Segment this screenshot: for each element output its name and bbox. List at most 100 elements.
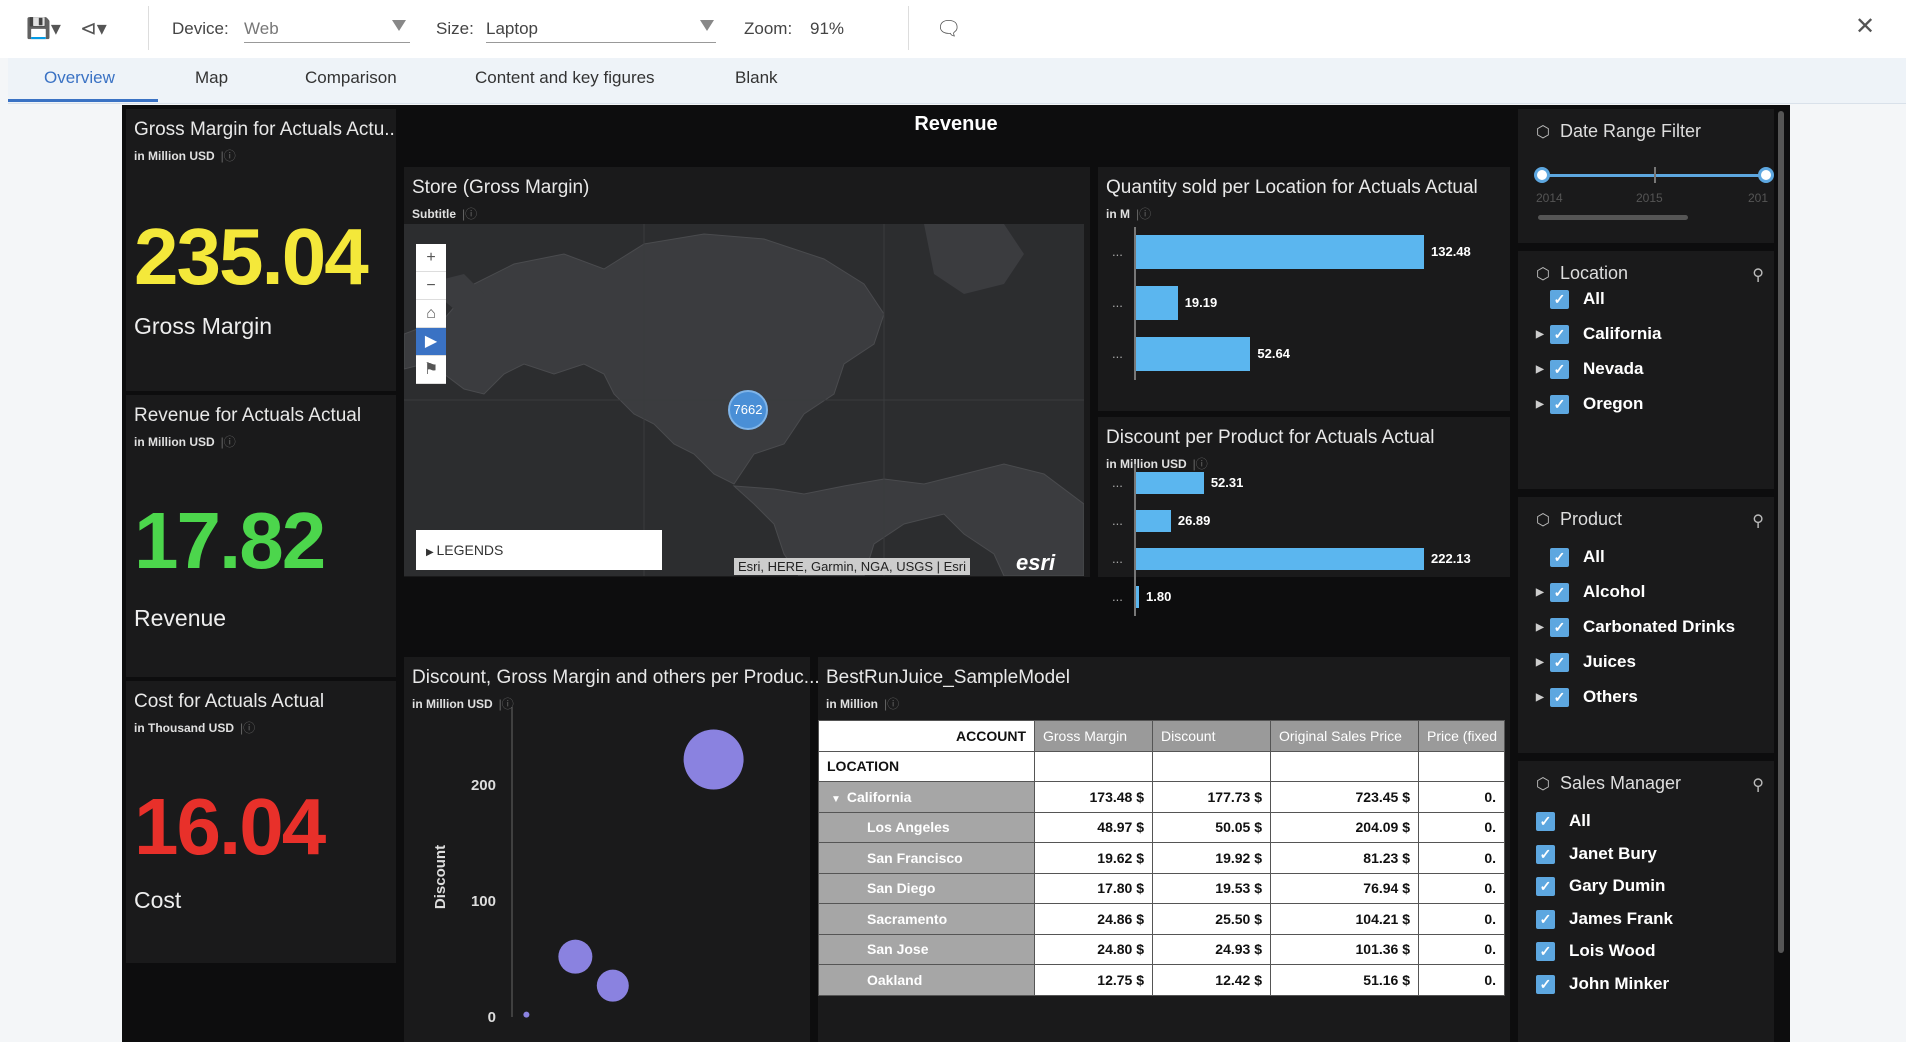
column-header[interactable]: Gross Margin: [1034, 720, 1153, 752]
map-view[interactable]: 7662 + − ⌂ ▶ ⚑ ▶ LEGENDS Esri, HERE, Gar…: [404, 224, 1084, 576]
device-select[interactable]: Web: [244, 19, 279, 39]
bar[interactable]: [1136, 586, 1139, 608]
expand-arrow-icon[interactable]: ▶: [1536, 364, 1550, 375]
checkbox[interactable]: ✓: [1536, 974, 1555, 994]
table-row[interactable]: San Jose 24.80 $24.93 $101.36 $0.: [818, 933, 1505, 965]
bar[interactable]: [1136, 337, 1251, 371]
kpi-cost[interactable]: Cost for Actuals Actual in Thousand USD |…: [126, 681, 396, 963]
table-row[interactable]: Sacramento 24.86 $25.50 $104.21 $0.: [818, 903, 1505, 935]
tab-blank[interactable]: Blank: [735, 68, 778, 88]
expand-arrow-icon[interactable]: ▶: [1536, 587, 1550, 598]
search-icon[interactable]: ⚲: [1752, 511, 1764, 531]
checkbox[interactable]: ✓: [1550, 395, 1569, 415]
horizontal-scrollbar[interactable]: [1538, 215, 1688, 220]
vertical-scrollbar[interactable]: [1778, 111, 1784, 953]
checkbox[interactable]: ✓: [1536, 877, 1555, 897]
quantity-bar-chart[interactable]: ... 132.48... 19.19... 52.64: [1098, 167, 1510, 411]
bubble-point[interactable]: [596, 969, 629, 1002]
checkbox[interactable]: ✓: [1550, 583, 1569, 603]
chevron-down-icon[interactable]: [392, 20, 406, 31]
checkbox[interactable]: ✓: [1536, 812, 1555, 832]
column-header[interactable]: Price (fixed: [1418, 720, 1505, 752]
close-icon[interactable]: ✕: [1855, 12, 1875, 41]
zoom-value[interactable]: 91%: [810, 19, 844, 39]
data-table[interactable]: ACCOUNT Gross Margin Discount Original S…: [818, 720, 1505, 996]
bar[interactable]: [1136, 286, 1178, 320]
tab-content-and-key-figures[interactable]: Content and key figures: [475, 68, 655, 88]
bubble-point[interactable]: [683, 729, 744, 790]
home-icon[interactable]: ⌂: [416, 300, 446, 328]
table-cell: 25.50 $: [1152, 903, 1271, 935]
checkbox[interactable]: ✓: [1550, 325, 1569, 345]
table-row[interactable]: San Francisco 19.62 $19.92 $81.23 $0.: [818, 842, 1505, 874]
bubble-point[interactable]: [523, 1011, 530, 1018]
zoom-out-icon[interactable]: −: [416, 272, 446, 300]
column-header[interactable]: Original Sales Price: [1270, 720, 1419, 752]
date-slider-end-handle[interactable]: [1758, 167, 1774, 183]
table-row[interactable]: Oakland 12.75 $12.42 $51.16 $0.: [818, 964, 1505, 996]
checkbox[interactable]: ✓: [1550, 290, 1569, 310]
chevron-down-icon[interactable]: ▼: [831, 794, 841, 805]
search-icon[interactable]: ⚲: [1752, 775, 1764, 795]
filter-item[interactable]: ▶ ✓ Alcohol: [1536, 582, 1645, 603]
filter-item[interactable]: ✓ Lois Wood: [1536, 941, 1656, 962]
expand-arrow-icon[interactable]: ▶: [1536, 329, 1550, 340]
tab-map[interactable]: Map: [195, 68, 228, 88]
bar[interactable]: [1136, 235, 1424, 269]
save-icon[interactable]: 💾▾: [26, 16, 61, 41]
bar[interactable]: [1136, 472, 1204, 494]
checkbox[interactable]: ✓: [1550, 653, 1569, 673]
tab-overview[interactable]: Overview: [44, 68, 115, 88]
size-select[interactable]: Laptop: [486, 19, 538, 39]
bookmark-icon[interactable]: ⚑: [416, 356, 446, 384]
legends-button[interactable]: ▶ LEGENDS: [416, 530, 662, 570]
filter-item[interactable]: ▶ ✓ California: [1536, 324, 1661, 345]
filter-item[interactable]: ▶ ✓ Juices: [1536, 652, 1636, 673]
filter-item[interactable]: ▶ ✓ Others: [1536, 687, 1638, 708]
filter-item[interactable]: ▶ ✓ Nevada: [1536, 359, 1643, 380]
date-slider-track[interactable]: [1540, 174, 1764, 177]
chevron-down-icon[interactable]: [700, 20, 714, 31]
bar[interactable]: [1136, 510, 1171, 532]
account-header[interactable]: ACCOUNT: [818, 720, 1035, 752]
zoom-in-icon[interactable]: +: [416, 244, 446, 272]
checkbox[interactable]: ✓: [1536, 909, 1555, 929]
table-row[interactable]: San Diego 17.80 $19.53 $76.94 $0.: [818, 872, 1505, 904]
expand-arrow-icon[interactable]: ▶: [1536, 692, 1550, 703]
checkbox[interactable]: ✓: [1536, 942, 1555, 962]
expand-arrow-icon[interactable]: ▶: [1536, 399, 1550, 410]
filter-item[interactable]: ✓ James Frank: [1536, 909, 1673, 929]
filter-item[interactable]: ✓ Janet Bury: [1536, 844, 1657, 864]
filter-item[interactable]: ✓ All: [1536, 289, 1605, 310]
checkbox[interactable]: ✓: [1550, 618, 1569, 638]
kpi-gross-margin[interactable]: Gross Margin for Actuals Actu.. in Milli…: [126, 109, 396, 391]
filter-item[interactable]: ✓ All: [1536, 811, 1591, 832]
search-icon[interactable]: ⚲: [1752, 265, 1764, 285]
bubble-chart[interactable]: 200 100 0 Discount: [404, 657, 810, 1042]
comment-icon[interactable]: 🗨: [936, 16, 961, 41]
column-header[interactable]: Discount: [1152, 720, 1271, 752]
filter-item[interactable]: ✓ Gary Dumin: [1536, 876, 1665, 897]
filter-item[interactable]: ✓ John Minker: [1536, 974, 1669, 994]
expand-arrow-icon[interactable]: ▶: [1536, 657, 1550, 668]
table-row[interactable]: ▼ California 173.48 $177.73 $723.45 $0.: [818, 781, 1505, 813]
bubble-point[interactable]: [558, 939, 593, 974]
tab-comparison[interactable]: Comparison: [305, 68, 397, 88]
checkbox[interactable]: ✓: [1550, 360, 1569, 380]
expand-arrow-icon[interactable]: ▶: [1536, 622, 1550, 633]
location-header[interactable]: LOCATION: [818, 750, 1035, 782]
checkbox[interactable]: ✓: [1550, 688, 1569, 708]
checkbox[interactable]: ✓: [1550, 548, 1569, 568]
table-row[interactable]: Los Angeles 48.97 $50.05 $204.09 $0.: [818, 811, 1505, 843]
checkbox[interactable]: ✓: [1536, 844, 1555, 864]
filter-item[interactable]: ▶ ✓ Carbonated Drinks: [1536, 617, 1735, 638]
discount-bar-chart[interactable]: ... 52.31... 26.89... 222.13... 1.80: [1098, 417, 1510, 617]
share-icon[interactable]: ⊲▾: [80, 16, 107, 41]
kpi-revenue[interactable]: Revenue for Actuals Actual in Million US…: [126, 395, 396, 677]
map-cluster-marker[interactable]: 7662: [728, 390, 768, 430]
filter-item[interactable]: ✓ All: [1536, 547, 1605, 568]
bar[interactable]: [1136, 548, 1424, 570]
filter-item[interactable]: ▶ ✓ Oregon: [1536, 394, 1643, 415]
date-slider-start-handle[interactable]: [1534, 167, 1550, 183]
play-icon[interactable]: ▶: [416, 328, 446, 356]
